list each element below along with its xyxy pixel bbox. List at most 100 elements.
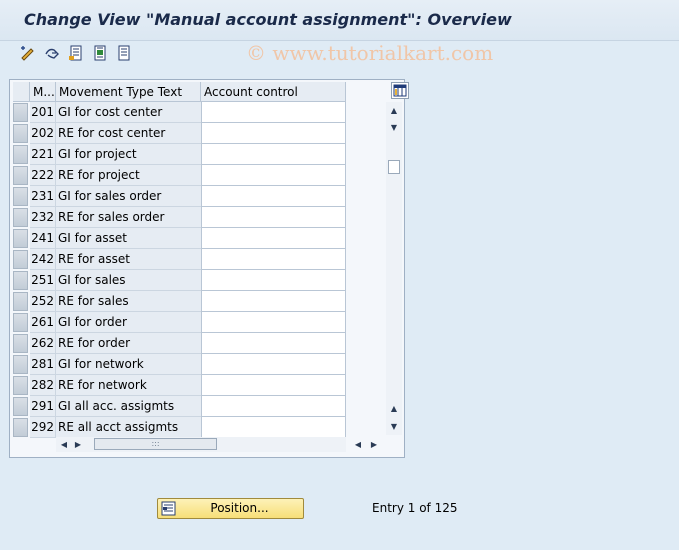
row-selector[interactable]	[13, 376, 28, 395]
screen-title: Change View "Manual account assignment":…	[24, 10, 512, 29]
account-control-input[interactable]	[201, 249, 346, 270]
watermark-text: © www.tutorialkart.com	[246, 41, 494, 65]
row-selector[interactable]	[13, 355, 28, 374]
movement-type-cell: 292	[30, 417, 55, 438]
table-settings-icon[interactable]	[391, 82, 409, 99]
account-control-input[interactable]	[201, 165, 346, 186]
movement-type-text-cell: RE all acct assigmts	[55, 417, 201, 438]
movement-type-cell: 261	[30, 312, 55, 333]
account-control-input[interactable]	[201, 144, 346, 165]
account-control-input[interactable]	[201, 228, 346, 249]
scroll-left-icon[interactable]: ◀	[58, 437, 70, 452]
movement-type-text-cell: GI for asset	[55, 228, 201, 249]
account-control-input[interactable]	[201, 207, 346, 228]
account-control-input[interactable]	[201, 417, 346, 438]
movement-type-text-cell: GI all acc. assigmts	[55, 396, 201, 417]
scroll-left-icon-2[interactable]: ◀	[352, 437, 364, 452]
entry-counter: Entry 1 of 125	[372, 501, 458, 515]
row-selector[interactable]	[13, 145, 28, 164]
table-rows: 201 GI for cost center 202 RE for cost cent…	[10, 102, 346, 438]
row-selector[interactable]	[13, 271, 28, 290]
movement-type-text-cell: GI for order	[55, 312, 201, 333]
movement-type-text-cell: RE for network	[55, 375, 201, 396]
select-block-icon[interactable]	[91, 44, 109, 62]
table-row: 241 GI for asset	[10, 228, 346, 249]
row-selector[interactable]	[13, 334, 28, 353]
scroll-down-icon[interactable]: ▼	[386, 121, 402, 135]
column-header-account-control[interactable]: Account control	[201, 82, 346, 102]
table-row: 251 GI for sales	[10, 270, 346, 291]
table-row: 282 RE for network	[10, 375, 346, 396]
select-all-rows-button[interactable]	[13, 82, 30, 102]
vertical-scrollbar[interactable]: ▲ ▼ ▲ ▼	[386, 102, 402, 435]
account-control-input[interactable]	[201, 102, 346, 123]
movement-type-cell: 282	[30, 375, 55, 396]
table-row: 222 RE for project	[10, 165, 346, 186]
scroll-up-icon[interactable]: ▲	[386, 104, 402, 118]
deselect-all-icon[interactable]	[115, 44, 133, 62]
account-control-input[interactable]	[201, 291, 346, 312]
account-control-input[interactable]	[201, 354, 346, 375]
movement-type-text-cell: GI for sales	[55, 270, 201, 291]
movement-type-cell: 232	[30, 207, 55, 228]
movement-type-text-cell: GI for project	[55, 144, 201, 165]
position-button[interactable]: Position...	[157, 498, 304, 519]
movement-type-cell: 202	[30, 123, 55, 144]
table-row: 201 GI for cost center	[10, 102, 346, 123]
account-control-input[interactable]	[201, 186, 346, 207]
table-row: 252 RE for sales	[10, 291, 346, 312]
movement-type-text-cell: RE for sales order	[55, 207, 201, 228]
movement-type-cell: 201	[30, 102, 55, 123]
movement-type-cell: 231	[30, 186, 55, 207]
table-row: 231 GI for sales order	[10, 186, 346, 207]
row-selector[interactable]	[13, 229, 28, 248]
table-row: 291 GI all acc. assigmts	[10, 396, 346, 417]
movement-type-cell: 222	[30, 165, 55, 186]
account-control-input[interactable]	[201, 396, 346, 417]
movement-type-text-cell: RE for project	[55, 165, 201, 186]
column-header-movement-type-text[interactable]: Movement Type Text	[56, 82, 201, 102]
movement-type-text-cell: RE for order	[55, 333, 201, 354]
movement-type-cell: 262	[30, 333, 55, 354]
change-display-icon[interactable]	[19, 44, 37, 62]
row-selector[interactable]	[13, 418, 28, 437]
row-selector[interactable]	[13, 313, 28, 332]
movement-type-text-cell: RE for sales	[55, 291, 201, 312]
movement-type-cell: 242	[30, 249, 55, 270]
row-selector[interactable]	[13, 124, 28, 143]
movement-type-cell: 221	[30, 144, 55, 165]
movement-type-text-cell: RE for asset	[55, 249, 201, 270]
account-control-input[interactable]	[201, 123, 346, 144]
table-control: M... Movement Type Text Account control …	[9, 79, 409, 458]
table-row: 262 RE for order	[10, 333, 346, 354]
scroll-right-icon-2[interactable]: ▶	[368, 437, 380, 452]
row-selector[interactable]	[13, 208, 28, 227]
table-row: 242 RE for asset	[10, 249, 346, 270]
row-selector[interactable]	[13, 187, 28, 206]
select-all-icon[interactable]	[67, 44, 85, 62]
scroll-right-icon[interactable]: ▶	[72, 437, 84, 452]
row-selector[interactable]	[13, 292, 28, 311]
movement-type-text-cell: GI for sales order	[55, 186, 201, 207]
title-bar: Change View "Manual account assignment":…	[0, 0, 679, 41]
scroll-thumb[interactable]	[388, 160, 400, 174]
column-header-movement-type[interactable]: M...	[30, 82, 56, 102]
row-selector[interactable]	[13, 397, 28, 416]
row-selector[interactable]	[13, 103, 28, 122]
table-row: 202 RE for cost center	[10, 123, 346, 144]
table-row: 232 RE for sales order	[10, 207, 346, 228]
movement-type-text-cell: RE for cost center	[55, 123, 201, 144]
scroll-page-up-icon[interactable]: ▲	[386, 402, 402, 416]
account-control-input[interactable]	[201, 375, 346, 396]
account-control-input[interactable]	[201, 270, 346, 291]
undo-icon[interactable]	[43, 44, 61, 62]
account-control-input[interactable]	[201, 312, 346, 333]
movement-type-text-cell: GI for cost center	[55, 102, 201, 123]
movement-type-cell: 241	[30, 228, 55, 249]
horizontal-scroll-thumb[interactable]: :::	[94, 438, 217, 450]
row-selector[interactable]	[13, 250, 28, 269]
row-selector[interactable]	[13, 166, 28, 185]
horizontal-scrollbar[interactable]: ◀ ▶ ::: ◀ ▶	[56, 437, 377, 452]
account-control-input[interactable]	[201, 333, 346, 354]
scroll-page-down-icon[interactable]: ▼	[386, 420, 402, 434]
